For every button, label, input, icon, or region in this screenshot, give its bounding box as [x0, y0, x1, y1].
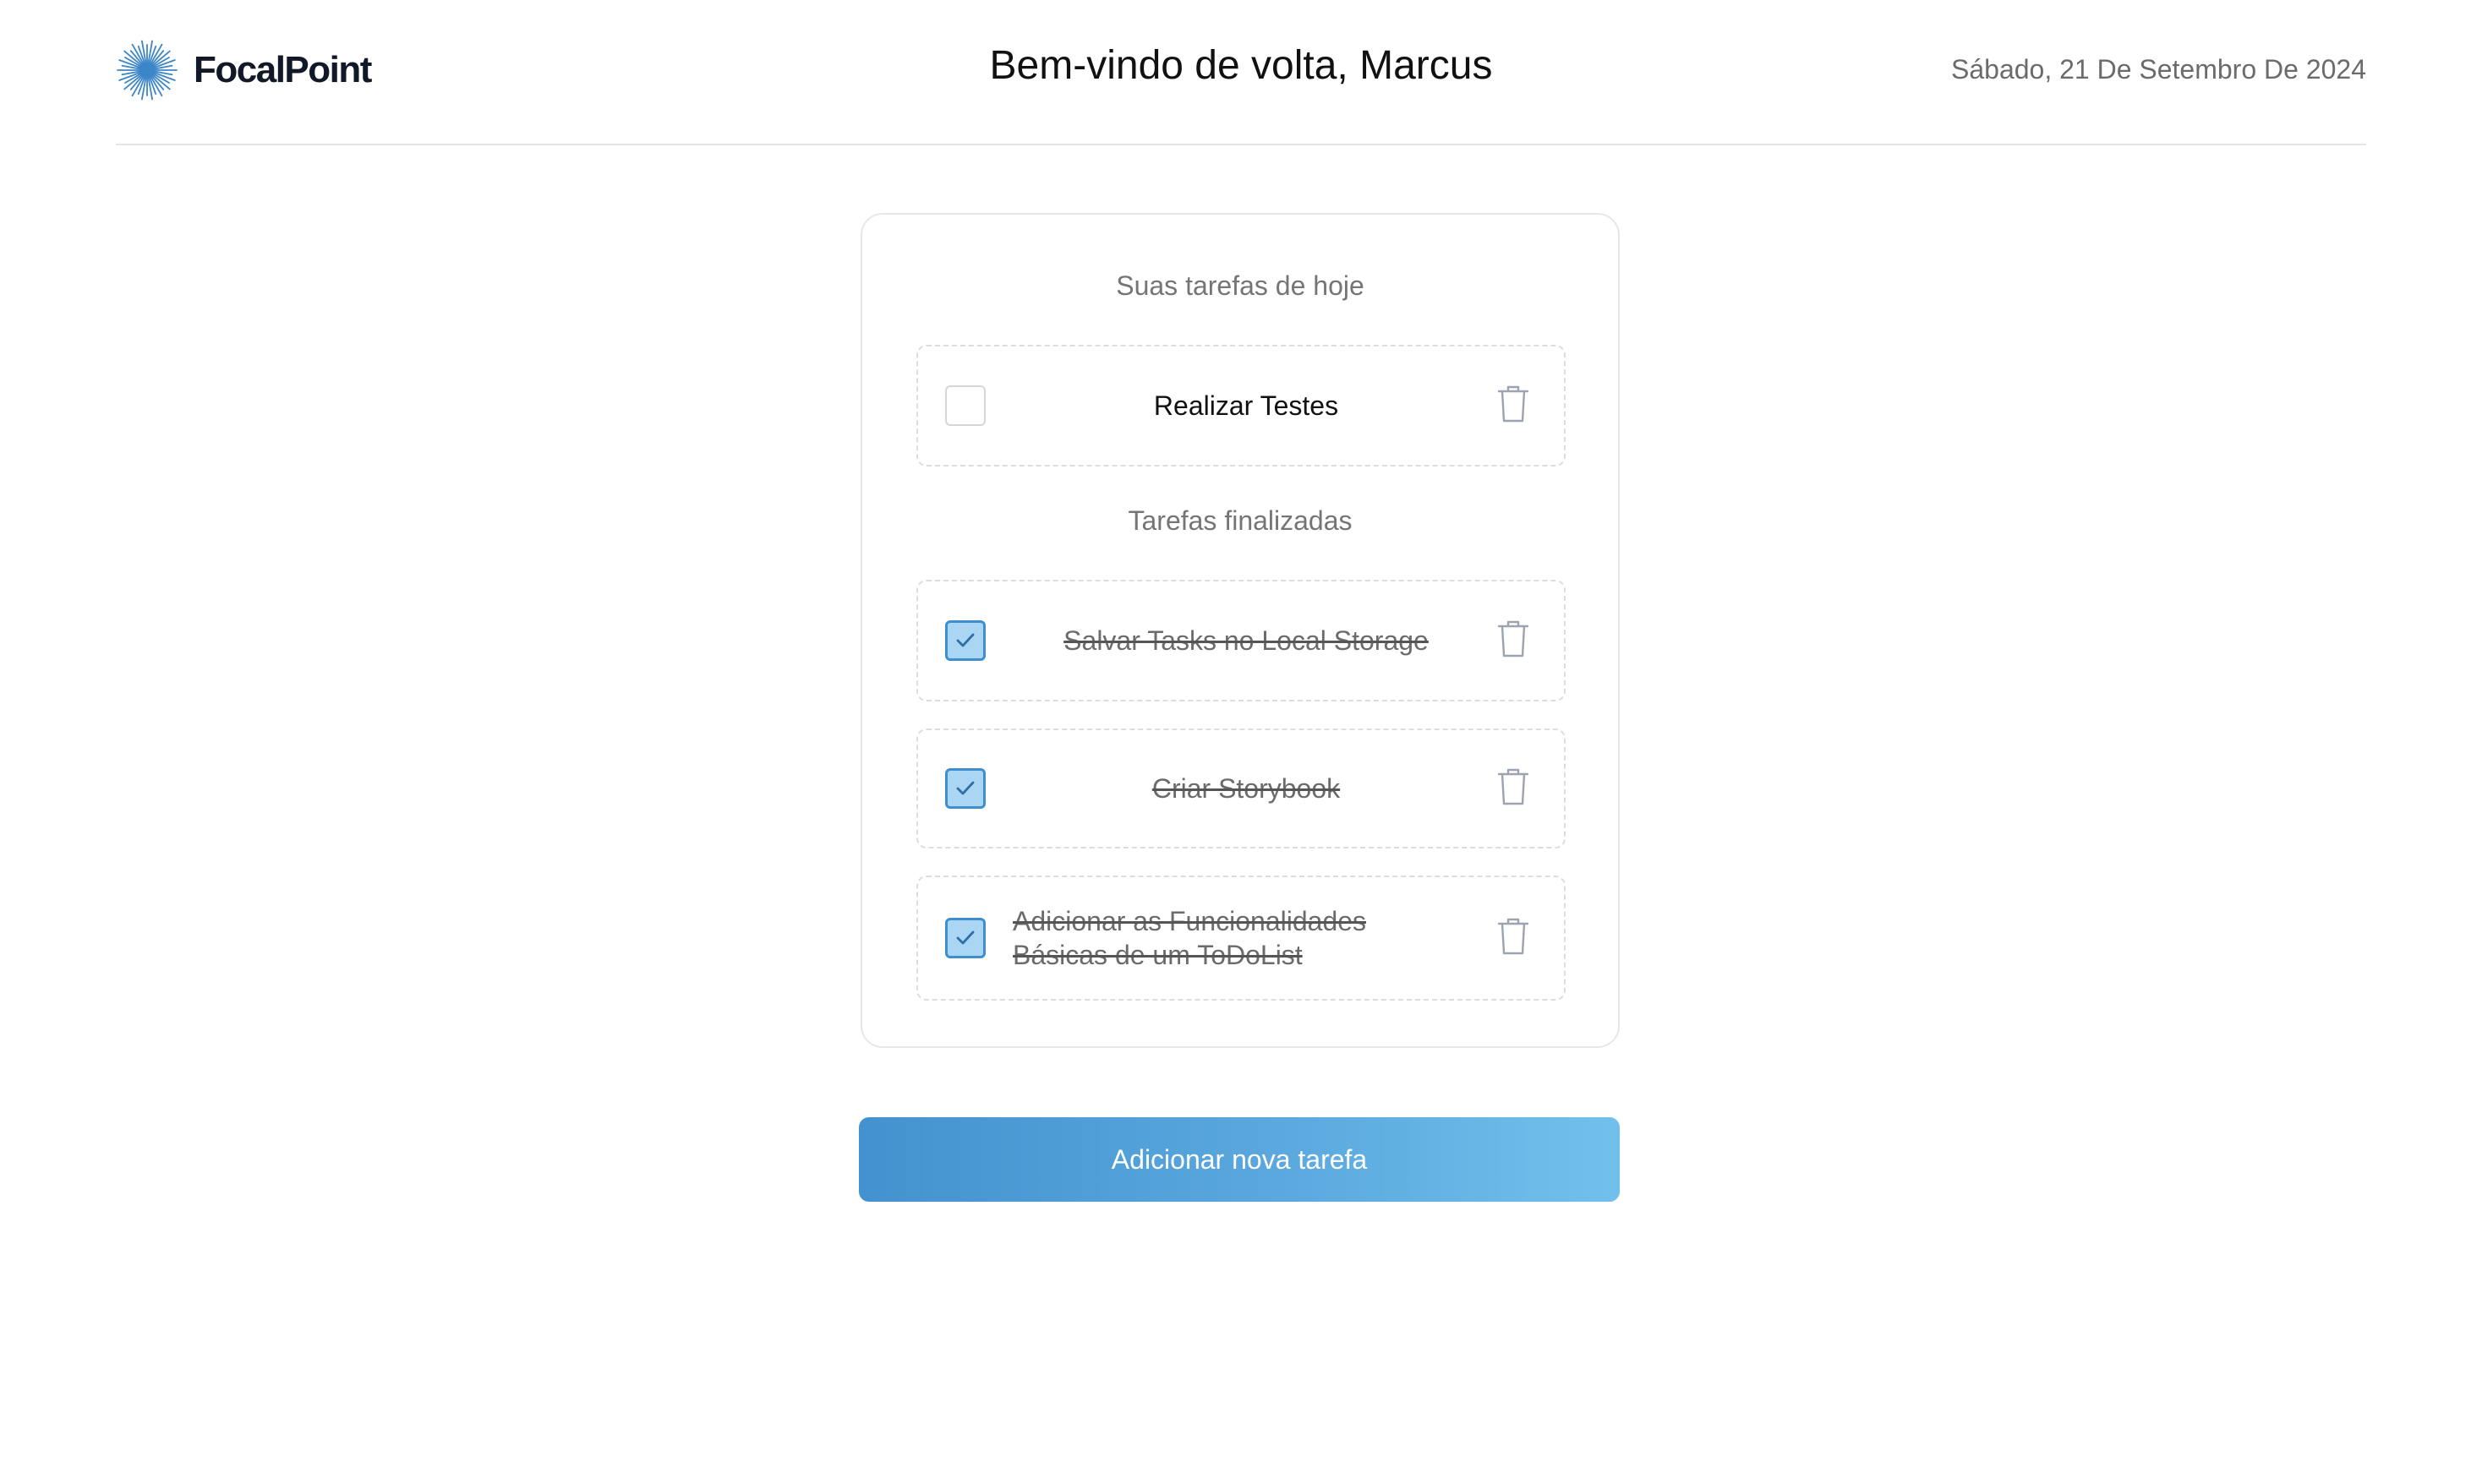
check-icon — [956, 633, 975, 647]
trash-icon[interactable] — [1496, 916, 1530, 957]
task-checkbox[interactable] — [945, 385, 986, 426]
task-label: Realizar Testes — [1153, 390, 1339, 421]
check-icon — [956, 781, 975, 795]
task-item: Adicionar as Funcionalidades Básicas de … — [916, 876, 1566, 1001]
task-item: Realizar Testes — [916, 345, 1566, 466]
task-item: Criar Storybook — [916, 728, 1566, 848]
task-label: Salvar Tasks no Local Storage — [1063, 625, 1429, 656]
focalpoint-logo-icon — [116, 39, 178, 101]
task-label: Criar Storybook — [1151, 773, 1341, 804]
task-checkbox[interactable] — [945, 918, 986, 958]
check-icon — [956, 930, 975, 945]
app-header: FocalPoint Bem-vindo de volta, Marcus Sá… — [116, 0, 2366, 145]
task-checkbox[interactable] — [945, 768, 986, 809]
tasks-card: Suas tarefas de hoje Realizar Testes Tar… — [861, 213, 1620, 1048]
current-date: Sábado, 21 De Setembro De 2024 — [1951, 54, 2366, 85]
trash-icon[interactable] — [1496, 619, 1530, 659]
trash-icon[interactable] — [1496, 384, 1530, 424]
brand-name: FocalPoint — [194, 49, 372, 90]
add-task-button[interactable]: Adicionar nova tarefa — [859, 1117, 1620, 1202]
today-tasks-title: Suas tarefas de hoje — [1116, 270, 1364, 301]
trash-icon[interactable] — [1496, 767, 1530, 807]
task-checkbox[interactable] — [945, 620, 986, 661]
task-label: Adicionar as Funcionalidades Básicas de … — [1013, 906, 1367, 970]
brand[interactable]: FocalPoint — [116, 39, 372, 101]
task-item: Salvar Tasks no Local Storage — [916, 580, 1566, 701]
finished-tasks-title: Tarefas finalizadas — [1128, 505, 1353, 536]
